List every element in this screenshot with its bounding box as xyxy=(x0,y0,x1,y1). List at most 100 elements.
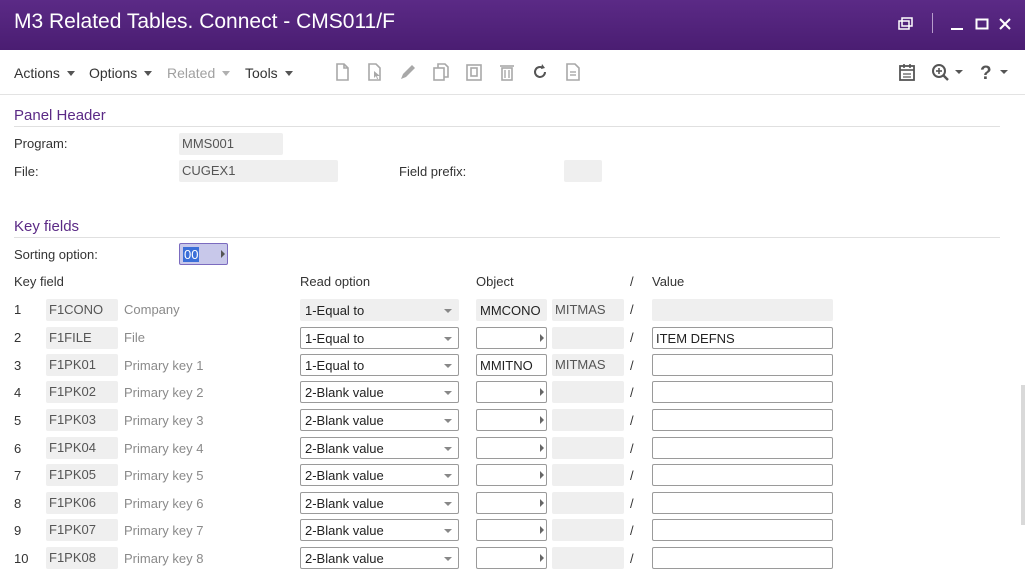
object-input[interactable] xyxy=(476,327,547,349)
prompt-arrow-icon[interactable] xyxy=(540,526,544,534)
restore-window-icon[interactable] xyxy=(895,13,917,35)
window-title: M3 Related Tables. Connect - CMS011/F xyxy=(14,10,395,33)
prompt-arrow-icon[interactable] xyxy=(540,444,544,452)
calendar-icon[interactable] xyxy=(897,62,917,82)
key-field-description: Primary key 6 xyxy=(124,496,204,511)
value-input[interactable] xyxy=(652,464,833,486)
menu-related-label: Related xyxy=(167,65,216,81)
read-option-select[interactable]: 2-Blank value xyxy=(300,547,459,569)
prompt-arrow-icon[interactable] xyxy=(221,250,225,258)
row-number: 5 xyxy=(14,413,22,428)
read-option-select[interactable]: 2-Blank value xyxy=(300,381,459,403)
chevron-down-icon xyxy=(444,529,452,533)
field-prefix-label: Field prefix: xyxy=(399,164,467,179)
slash-separator: / xyxy=(630,413,634,428)
slash-separator: / xyxy=(630,385,634,400)
value-input[interactable] xyxy=(652,354,833,376)
key-field-name: F1PK07 xyxy=(46,519,118,541)
key-field-name: F1PK03 xyxy=(46,409,118,431)
chevron-down-icon xyxy=(444,391,452,395)
title-bar: M3 Related Tables. Connect - CMS011/F xyxy=(0,0,1025,50)
read-option-select[interactable]: 1-Equal to xyxy=(300,354,459,376)
duplicate-icon[interactable] xyxy=(431,62,451,82)
slash-separator: / xyxy=(630,358,634,373)
sorting-option-input[interactable]: 00 xyxy=(179,243,228,265)
value-input[interactable] xyxy=(652,519,833,541)
read-option-value: 2-Blank value xyxy=(305,496,384,511)
object-input[interactable] xyxy=(476,381,547,403)
prompt-arrow-icon[interactable] xyxy=(540,499,544,507)
close-icon[interactable] xyxy=(994,13,1016,35)
read-option-select[interactable]: 2-Blank value xyxy=(300,409,459,431)
details-icon[interactable] xyxy=(563,62,583,82)
read-option-select[interactable]: 2-Blank value xyxy=(300,437,459,459)
read-option-select[interactable]: 2-Blank value xyxy=(300,492,459,514)
value-input[interactable] xyxy=(652,437,833,459)
slash-separator: / xyxy=(630,496,634,511)
row-number: 8 xyxy=(14,496,22,511)
prompt-arrow-icon[interactable] xyxy=(540,334,544,342)
object-input[interactable] xyxy=(476,492,547,514)
read-option-value: 2-Blank value xyxy=(305,441,384,456)
value-input[interactable] xyxy=(652,409,833,431)
read-option-value: 1-Equal to xyxy=(305,331,365,346)
key-field-description: Primary key 8 xyxy=(124,551,204,566)
chevron-down-icon xyxy=(444,419,452,423)
field-prefix-field xyxy=(564,160,602,182)
key-field-description: Company xyxy=(124,302,180,317)
header-key-field: Key field xyxy=(14,274,64,289)
object-input[interactable] xyxy=(476,464,547,486)
slash-separator: / xyxy=(630,441,634,456)
new-icon[interactable] xyxy=(332,62,352,82)
object-input[interactable] xyxy=(476,437,547,459)
zoom-in-icon[interactable] xyxy=(930,62,966,82)
read-option-select[interactable]: 1-Equal to xyxy=(300,327,459,349)
row-number: 3 xyxy=(14,358,22,373)
menu-actions[interactable]: Actions xyxy=(14,65,75,81)
object-file-field xyxy=(552,492,624,514)
help-icon[interactable]: ? xyxy=(978,62,1012,84)
object-input[interactable] xyxy=(476,409,547,431)
header-slash: / xyxy=(630,274,634,289)
key-field-name: F1PK06 xyxy=(46,492,118,514)
prompt-arrow-icon[interactable] xyxy=(540,554,544,562)
paste-icon[interactable] xyxy=(464,62,484,82)
value-input[interactable] xyxy=(652,547,833,569)
menu-options[interactable]: Options xyxy=(89,65,153,81)
prompt-arrow-icon[interactable] xyxy=(540,416,544,424)
minimize-icon[interactable] xyxy=(946,13,968,35)
menu-related[interactable]: Related xyxy=(167,65,231,81)
header-read-option: Read option xyxy=(300,274,371,289)
delete-icon[interactable] xyxy=(497,62,517,82)
key-field-name: F1FILE xyxy=(46,327,118,349)
read-option-value: 2-Blank value xyxy=(305,523,384,538)
slash-separator: / xyxy=(630,302,634,317)
edit-icon[interactable] xyxy=(398,62,418,82)
object-file-field: MITMAS xyxy=(552,354,624,376)
object-input[interactable] xyxy=(476,547,547,569)
object-input[interactable]: MMITNO xyxy=(476,354,547,376)
menu-tools[interactable]: Tools xyxy=(245,65,293,81)
row-number: 7 xyxy=(14,468,22,483)
maximize-icon[interactable] xyxy=(971,13,993,35)
prompt-arrow-icon[interactable] xyxy=(540,388,544,396)
object-file-field: MITMAS xyxy=(552,299,624,321)
object-file-field xyxy=(552,381,624,403)
value-input[interactable]: ITEM DEFNS xyxy=(652,327,833,349)
slash-separator: / xyxy=(630,523,634,538)
chevron-down-icon xyxy=(444,447,452,451)
refresh-icon[interactable] xyxy=(530,62,550,82)
key-field-description: Primary key 2 xyxy=(124,385,204,400)
prompt-arrow-icon[interactable] xyxy=(540,471,544,479)
file-label: File: xyxy=(14,164,39,179)
value-input[interactable] xyxy=(652,492,833,514)
value-input[interactable] xyxy=(652,381,833,403)
copy-icon[interactable] xyxy=(365,62,385,82)
object-input[interactable] xyxy=(476,519,547,541)
svg-text:?: ? xyxy=(980,63,992,82)
chevron-down-icon xyxy=(444,474,452,478)
read-option-select[interactable]: 2-Blank value xyxy=(300,519,459,541)
header-object: Object xyxy=(476,274,514,289)
read-option-select[interactable]: 2-Blank value xyxy=(300,464,459,486)
vertical-scrollbar[interactable] xyxy=(1021,385,1025,525)
